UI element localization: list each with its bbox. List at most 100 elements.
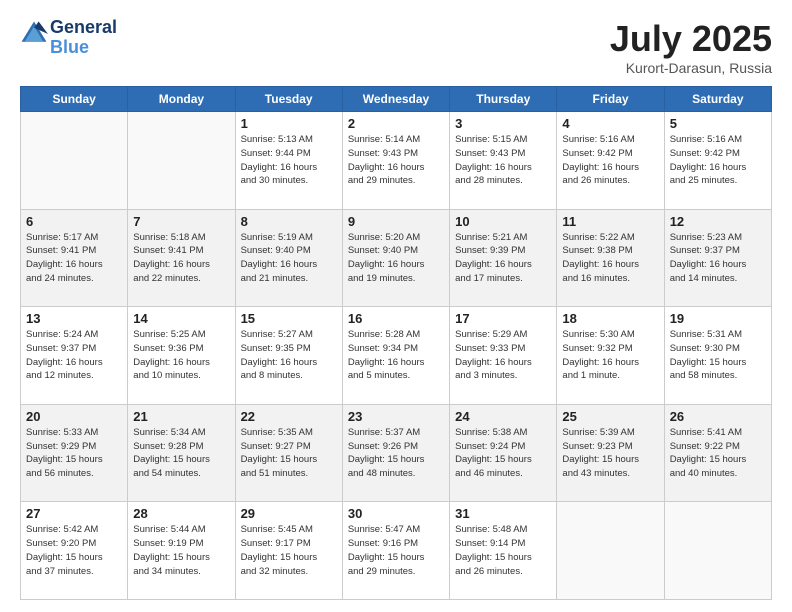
day-info: Sunrise: 5:23 AM Sunset: 9:37 PM Dayligh… [670, 231, 766, 286]
page: General Blue July 2025 Kurort-Darasun, R… [0, 0, 792, 612]
calendar-cell: 3 Sunrise: 5:15 AM Sunset: 9:43 PM Daylig… [450, 112, 557, 210]
day-info: Sunrise: 5:16 AM Sunset: 9:42 PM Dayligh… [670, 133, 766, 188]
day-number: 20 [26, 409, 122, 424]
day-info: Sunrise: 5:44 AM Sunset: 9:19 PM Dayligh… [133, 523, 229, 578]
day-info: Sunrise: 5:29 AM Sunset: 9:33 PM Dayligh… [455, 328, 551, 383]
calendar-cell: 20 Sunrise: 5:33 AM Sunset: 9:29 PM Dayli… [21, 404, 128, 502]
day-number: 28 [133, 506, 229, 521]
day-number: 14 [133, 311, 229, 326]
day-info: Sunrise: 5:14 AM Sunset: 9:43 PM Dayligh… [348, 133, 444, 188]
calendar-cell: 22 Sunrise: 5:35 AM Sunset: 9:27 PM Dayli… [235, 404, 342, 502]
day-info: Sunrise: 5:41 AM Sunset: 9:22 PM Dayligh… [670, 426, 766, 481]
logo: General Blue [20, 18, 117, 58]
day-info: Sunrise: 5:31 AM Sunset: 9:30 PM Dayligh… [670, 328, 766, 383]
day-number: 2 [348, 116, 444, 131]
day-info: Sunrise: 5:20 AM Sunset: 9:40 PM Dayligh… [348, 231, 444, 286]
day-number: 25 [562, 409, 658, 424]
day-info: Sunrise: 5:16 AM Sunset: 9:42 PM Dayligh… [562, 133, 658, 188]
calendar-cell: 31 Sunrise: 5:48 AM Sunset: 9:14 PM Dayli… [450, 502, 557, 600]
calendar-cell: 2 Sunrise: 5:14 AM Sunset: 9:43 PM Daylig… [342, 112, 449, 210]
weekday-header: Tuesday [235, 87, 342, 112]
calendar-cell: 17 Sunrise: 5:29 AM Sunset: 9:33 PM Dayli… [450, 307, 557, 405]
day-number: 30 [348, 506, 444, 521]
calendar-cell: 8Sunrise: 5:19 AM Sunset: 9:40 PM Daylig… [235, 209, 342, 307]
day-number: 9 [348, 214, 444, 229]
calendar-week-row: 13Sunrise: 5:24 AM Sunset: 9:37 PM Dayli… [21, 307, 772, 405]
weekday-header: Wednesday [342, 87, 449, 112]
day-number: 11 [562, 214, 658, 229]
calendar-cell: 1 Sunrise: 5:13 AM Sunset: 9:44 PM Daylig… [235, 112, 342, 210]
day-info: Sunrise: 5:17 AM Sunset: 9:41 PM Dayligh… [26, 231, 122, 286]
day-number: 21 [133, 409, 229, 424]
day-info: Sunrise: 5:42 AM Sunset: 9:20 PM Dayligh… [26, 523, 122, 578]
calendar-header-row: SundayMondayTuesdayWednesdayThursdayFrid… [21, 87, 772, 112]
calendar-cell: 18 Sunrise: 5:30 AM Sunset: 9:32 PM Dayli… [557, 307, 664, 405]
day-info: Sunrise: 5:22 AM Sunset: 9:38 PM Dayligh… [562, 231, 658, 286]
calendar-cell [664, 502, 771, 600]
calendar-cell: 9 Sunrise: 5:20 AM Sunset: 9:40 PM Daylig… [342, 209, 449, 307]
weekday-header: Monday [128, 87, 235, 112]
calendar-week-row: 6 Sunrise: 5:17 AM Sunset: 9:41 PM Daylig… [21, 209, 772, 307]
day-number: 17 [455, 311, 551, 326]
day-info: Sunrise: 5:35 AM Sunset: 9:27 PM Dayligh… [241, 426, 337, 481]
calendar-cell: 19 Sunrise: 5:31 AM Sunset: 9:30 PM Dayli… [664, 307, 771, 405]
calendar-cell: 25 Sunrise: 5:39 AM Sunset: 9:23 PM Dayli… [557, 404, 664, 502]
calendar-cell: 21 Sunrise: 5:34 AM Sunset: 9:28 PM Dayli… [128, 404, 235, 502]
day-number: 10 [455, 214, 551, 229]
day-number: 4 [562, 116, 658, 131]
day-info: Sunrise: 5:18 AM Sunset: 9:41 PM Dayligh… [133, 231, 229, 286]
day-number: 22 [241, 409, 337, 424]
calendar-cell: 29Sunrise: 5:45 AM Sunset: 9:17 PM Dayli… [235, 502, 342, 600]
day-number: 24 [455, 409, 551, 424]
day-info: Sunrise: 5:27 AM Sunset: 9:35 PM Dayligh… [241, 328, 337, 383]
day-info: Sunrise: 5:33 AM Sunset: 9:29 PM Dayligh… [26, 426, 122, 481]
logo-text-line2: Blue [50, 38, 117, 58]
day-number: 15 [241, 311, 337, 326]
day-number: 1 [241, 116, 337, 131]
month-title: July 2025 [610, 18, 772, 60]
calendar-cell: 13Sunrise: 5:24 AM Sunset: 9:37 PM Dayli… [21, 307, 128, 405]
day-info: Sunrise: 5:19 AM Sunset: 9:40 PM Dayligh… [241, 231, 337, 286]
calendar-cell: 27 Sunrise: 5:42 AM Sunset: 9:20 PM Dayli… [21, 502, 128, 600]
day-info: Sunrise: 5:48 AM Sunset: 9:14 PM Dayligh… [455, 523, 551, 578]
calendar-cell [128, 112, 235, 210]
location: Kurort-Darasun, Russia [610, 60, 772, 76]
calendar-table: SundayMondayTuesdayWednesdayThursdayFrid… [20, 86, 772, 600]
day-info: Sunrise: 5:47 AM Sunset: 9:16 PM Dayligh… [348, 523, 444, 578]
calendar-week-row: 27 Sunrise: 5:42 AM Sunset: 9:20 PM Dayli… [21, 502, 772, 600]
calendar-cell: 28 Sunrise: 5:44 AM Sunset: 9:19 PM Dayli… [128, 502, 235, 600]
day-info: Sunrise: 5:30 AM Sunset: 9:32 PM Dayligh… [562, 328, 658, 383]
calendar-cell [557, 502, 664, 600]
title-block: July 2025 Kurort-Darasun, Russia [610, 18, 772, 76]
day-number: 5 [670, 116, 766, 131]
weekday-header: Sunday [21, 87, 128, 112]
day-number: 27 [26, 506, 122, 521]
day-number: 18 [562, 311, 658, 326]
calendar-cell: 4 Sunrise: 5:16 AM Sunset: 9:42 PM Daylig… [557, 112, 664, 210]
day-info: Sunrise: 5:21 AM Sunset: 9:39 PM Dayligh… [455, 231, 551, 286]
logo-text-line1: General [50, 18, 117, 38]
day-number: 3 [455, 116, 551, 131]
header: General Blue July 2025 Kurort-Darasun, R… [20, 18, 772, 76]
calendar-cell: 15 Sunrise: 5:27 AM Sunset: 9:35 PM Dayli… [235, 307, 342, 405]
day-info: Sunrise: 5:34 AM Sunset: 9:28 PM Dayligh… [133, 426, 229, 481]
day-info: Sunrise: 5:45 AM Sunset: 9:17 PM Dayligh… [241, 523, 337, 578]
day-info: Sunrise: 5:37 AM Sunset: 9:26 PM Dayligh… [348, 426, 444, 481]
day-number: 6 [26, 214, 122, 229]
day-number: 31 [455, 506, 551, 521]
calendar-cell: 6 Sunrise: 5:17 AM Sunset: 9:41 PM Daylig… [21, 209, 128, 307]
day-number: 16 [348, 311, 444, 326]
calendar-week-row: 1 Sunrise: 5:13 AM Sunset: 9:44 PM Daylig… [21, 112, 772, 210]
calendar-cell: 7Sunrise: 5:18 AM Sunset: 9:41 PM Daylig… [128, 209, 235, 307]
calendar-cell: 30 Sunrise: 5:47 AM Sunset: 9:16 PM Dayli… [342, 502, 449, 600]
day-info: Sunrise: 5:25 AM Sunset: 9:36 PM Dayligh… [133, 328, 229, 383]
calendar-cell: 10 Sunrise: 5:21 AM Sunset: 9:39 PM Dayli… [450, 209, 557, 307]
day-info: Sunrise: 5:24 AM Sunset: 9:37 PM Dayligh… [26, 328, 122, 383]
day-info: Sunrise: 5:38 AM Sunset: 9:24 PM Dayligh… [455, 426, 551, 481]
calendar-cell: 23Sunrise: 5:37 AM Sunset: 9:26 PM Dayli… [342, 404, 449, 502]
day-info: Sunrise: 5:15 AM Sunset: 9:43 PM Dayligh… [455, 133, 551, 188]
day-info: Sunrise: 5:13 AM Sunset: 9:44 PM Dayligh… [241, 133, 337, 188]
calendar-cell: 24 Sunrise: 5:38 AM Sunset: 9:24 PM Dayli… [450, 404, 557, 502]
day-info: Sunrise: 5:39 AM Sunset: 9:23 PM Dayligh… [562, 426, 658, 481]
day-number: 19 [670, 311, 766, 326]
